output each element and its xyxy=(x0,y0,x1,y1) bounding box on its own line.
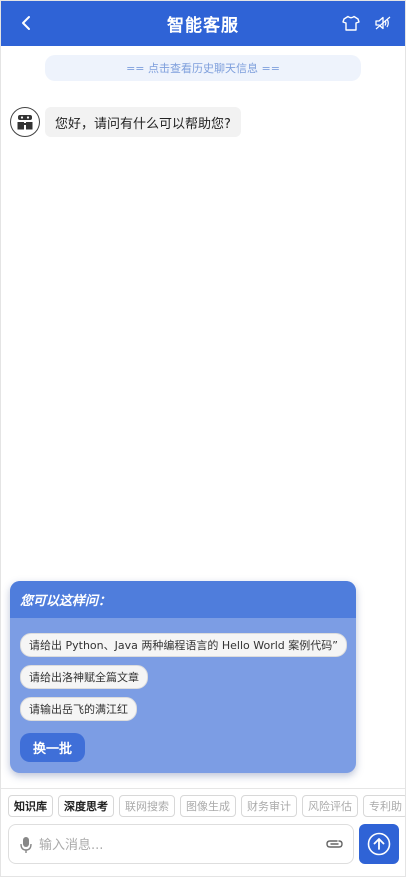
sound-button[interactable] xyxy=(371,11,395,35)
bot-message: 您好，请问有什么可以帮助您? xyxy=(45,107,241,137)
theme-button[interactable] xyxy=(339,11,363,35)
suggestion-chip[interactable]: 请给出 Python、Java 两种编程语言的 Hello World 案例代码… xyxy=(20,633,347,657)
history-link[interactable]: == 点击查看历史聊天信息 == xyxy=(45,55,361,81)
tool-bar: 知识库 深度思考 联网搜索 图像生成 财务审计 风险评估 专利助 xyxy=(8,795,406,817)
tool-web-search[interactable]: 联网搜索 xyxy=(119,795,175,817)
speaker-icon xyxy=(375,16,391,30)
message-input[interactable] xyxy=(37,825,321,865)
suggestion-chip[interactable]: 请给出洛神赋全篇文章 xyxy=(20,665,148,689)
microphone-icon[interactable] xyxy=(19,836,33,854)
tool-image-generation[interactable]: 图像生成 xyxy=(180,795,236,817)
tool-deep-thinking[interactable]: 深度思考 xyxy=(58,795,114,817)
tool-financial-audit[interactable]: 财务审计 xyxy=(241,795,297,817)
attachment-icon[interactable] xyxy=(323,835,345,853)
shirt-icon xyxy=(342,15,360,31)
tool-patent-assistant[interactable]: 专利助 xyxy=(363,795,406,817)
tool-risk-assessment[interactable]: 风险评估 xyxy=(302,795,358,817)
suggestion-chip[interactable]: 请输出岳飞的满江红 xyxy=(20,697,137,721)
tool-knowledge-base[interactable]: 知识库 xyxy=(8,795,53,817)
refresh-suggestions-button[interactable]: 换一批 xyxy=(20,733,85,762)
bot-avatar xyxy=(10,107,40,137)
divider xyxy=(0,788,406,789)
suggestion-title: 您可以这样问： xyxy=(10,581,356,618)
send-button[interactable] xyxy=(359,824,399,864)
message-input-box xyxy=(8,824,354,865)
suggestion-card: 您可以这样问： 请给出 Python、Java 两种编程语言的 Hello Wo… xyxy=(10,581,356,773)
arrow-up-icon xyxy=(367,832,391,856)
app-header: 智能客服 xyxy=(0,0,406,46)
robot-icon xyxy=(17,115,33,130)
